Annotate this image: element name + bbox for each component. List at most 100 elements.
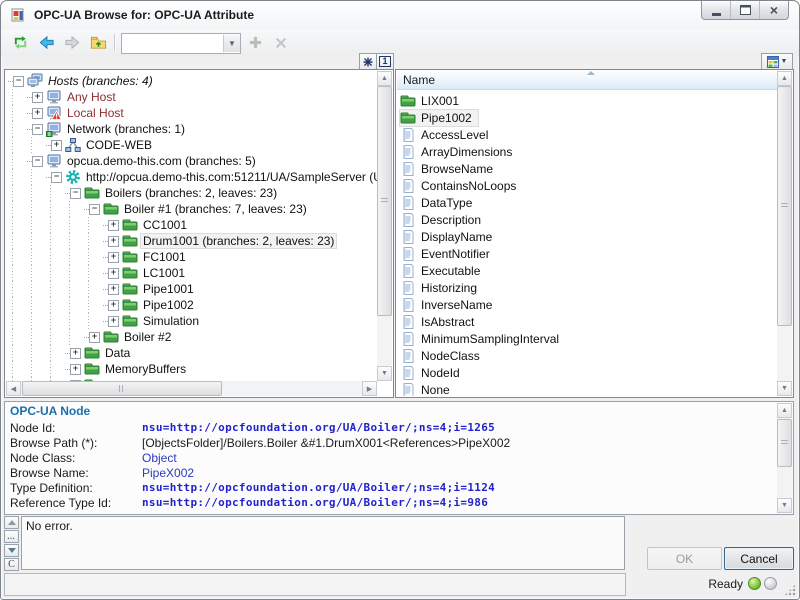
- tree-indent: [6, 313, 103, 329]
- expand-expander-icon[interactable]: +: [32, 92, 43, 103]
- list-item[interactable]: None: [397, 381, 777, 396]
- collapse-expander-icon[interactable]: −: [51, 172, 62, 183]
- opcua-browse-dialog: OPC-UA Browse for: OPC-UA Attribute ×: [0, 0, 800, 600]
- copy-error-icon[interactable]: C: [4, 558, 19, 571]
- cancel-button[interactable]: Cancel: [724, 547, 794, 570]
- expand-expander-icon[interactable]: +: [108, 300, 119, 311]
- collapse-expander-icon[interactable]: −: [32, 124, 43, 135]
- expand-expander-icon[interactable]: +: [51, 140, 62, 151]
- tree-item[interactable]: − opcua.demo-this.com (branches: 5): [6, 153, 377, 169]
- tree-item[interactable]: +CC1001: [6, 217, 377, 233]
- tree-item[interactable]: +Pipe1001: [6, 281, 377, 297]
- tree-item[interactable]: +Drum1001 (branches: 2, leaves: 23): [6, 233, 377, 249]
- tree-item[interactable]: +LC1001: [6, 265, 377, 281]
- expand-expander-icon[interactable]: +: [70, 348, 81, 359]
- list-item-label: AccessLevel: [419, 128, 490, 142]
- tree-item[interactable]: +MemoryBuffers: [6, 361, 377, 377]
- list-item[interactable]: AccessLevel: [397, 126, 777, 143]
- tree-item[interactable]: +Simulation: [6, 313, 377, 329]
- expand-expander-icon[interactable]: +: [108, 284, 119, 295]
- tree-item[interactable]: +Boiler #2: [6, 329, 377, 345]
- list-item[interactable]: ArrayDimensions: [397, 143, 777, 160]
- list-item[interactable]: DataType: [397, 194, 777, 211]
- combobox-dropdown-icon[interactable]: ▼: [223, 35, 240, 52]
- expand-expander-icon[interactable]: +: [108, 268, 119, 279]
- tree-item-label: opcua.demo-this.com (branches: 5): [65, 154, 258, 168]
- tree-item[interactable]: −Network (branches: 1): [6, 121, 377, 137]
- back-icon[interactable]: [35, 31, 58, 54]
- tree-item[interactable]: − http://opcua.demo-this.com:51211/UA/Sam…: [6, 169, 377, 185]
- tree-item[interactable]: +FC1001: [6, 249, 377, 265]
- tree-item[interactable]: +Pipe1002: [6, 297, 377, 313]
- refresh-icon[interactable]: [9, 31, 32, 54]
- view-mode-grid-icon[interactable]: ▼: [761, 53, 793, 70]
- tree-item[interactable]: −Boiler #1 (branches: 7, leaves: 23): [6, 201, 377, 217]
- list-item[interactable]: MinimumSamplingInterval: [397, 330, 777, 347]
- list-item[interactable]: Executable: [397, 262, 777, 279]
- collapse-all-icon[interactable]: [359, 53, 377, 70]
- host-warning-icon: [46, 105, 62, 121]
- list-item[interactable]: IsAbstract: [397, 313, 777, 330]
- list-item[interactable]: NodeId: [397, 364, 777, 381]
- list-vertical-scrollbar[interactable]: ▲ ▼: [777, 71, 792, 396]
- ok-button[interactable]: OK: [647, 547, 722, 570]
- list-item[interactable]: NodeClass: [397, 347, 777, 364]
- minimize-icon[interactable]: [702, 1, 731, 19]
- collapse-expander-icon[interactable]: −: [70, 188, 81, 199]
- collapse-expander-icon[interactable]: −: [89, 204, 100, 215]
- tree-item[interactable]: +Data: [6, 345, 377, 361]
- list-item[interactable]: ContainsNoLoops: [397, 177, 777, 194]
- browse-path-combobox[interactable]: ▼: [121, 33, 241, 54]
- expand-expander-icon[interactable]: +: [32, 108, 43, 119]
- tree-item[interactable]: +Local Host: [6, 105, 377, 121]
- list-item[interactable]: InverseName: [397, 296, 777, 313]
- error-details-icon[interactable]: …: [4, 530, 19, 543]
- list-item[interactable]: BrowseName: [397, 160, 777, 177]
- previous-error-icon[interactable]: [4, 516, 19, 529]
- toolbar: ▼: [1, 29, 799, 56]
- close-icon[interactable]: ×: [760, 1, 788, 19]
- maximize-icon[interactable]: [731, 1, 760, 19]
- tree-item[interactable]: +CODE-WEB: [6, 137, 377, 153]
- expand-expander-icon[interactable]: +: [108, 252, 119, 263]
- list-item[interactable]: Historizing: [397, 279, 777, 296]
- tree-panel: −Hosts (branches: 4)+Any Host+Local Host…: [4, 69, 394, 398]
- list-item-label: NodeClass: [419, 349, 482, 363]
- list-item[interactable]: LIX001: [397, 92, 777, 109]
- list-item[interactable]: Pipe1002: [397, 109, 777, 126]
- tree-item-label: http://opcua.demo-this.com:51211/UA/Samp…: [84, 170, 377, 184]
- expand-expander-icon[interactable]: +: [108, 236, 119, 247]
- list-item[interactable]: DisplayName: [397, 228, 777, 245]
- add-icon[interactable]: [244, 31, 267, 54]
- details-vertical-scrollbar[interactable]: ▲ ▼: [777, 403, 792, 513]
- expand-expander-icon[interactable]: +: [108, 316, 119, 327]
- expand-expander-icon[interactable]: +: [89, 332, 100, 343]
- error-message-box[interactable]: No error.: [21, 516, 625, 570]
- attr-icon: [400, 127, 416, 143]
- list-item[interactable]: Description: [397, 211, 777, 228]
- tree-item[interactable]: −Hosts (branches: 4): [6, 73, 377, 89]
- tree-horizontal-scrollbar[interactable]: ◀ ▶: [6, 381, 377, 396]
- folder-icon: [84, 345, 100, 361]
- tree-vertical-scrollbar[interactable]: ▲ ▼: [377, 71, 392, 381]
- resize-grip-icon[interactable]: [784, 584, 796, 596]
- list-item[interactable]: EventNotifier: [397, 245, 777, 262]
- expand-expander-icon[interactable]: +: [70, 364, 81, 375]
- single-level-icon[interactable]: 1: [376, 53, 394, 70]
- list-item-content: Executable: [400, 263, 486, 279]
- folder-icon: [122, 249, 138, 265]
- details-heading: OPC-UA Node: [10, 404, 90, 418]
- tree-item[interactable]: +Any Host: [6, 89, 377, 105]
- up-folder-icon[interactable]: [87, 31, 110, 54]
- forward-icon[interactable]: [61, 31, 84, 54]
- tree-item[interactable]: −Boilers (branches: 2, leaves: 23): [6, 185, 377, 201]
- list-column-header[interactable]: Name: [397, 71, 777, 90]
- collapse-expander-icon[interactable]: −: [13, 76, 24, 87]
- collapse-expander-icon[interactable]: −: [32, 156, 43, 167]
- expand-expander-icon[interactable]: +: [108, 220, 119, 231]
- delete-icon[interactable]: [269, 31, 292, 54]
- details-value: nsu=http://opcfoundation.org/UA/Boiler/;…: [142, 481, 495, 494]
- window-controls: ×: [701, 1, 789, 20]
- next-error-icon[interactable]: [4, 544, 19, 557]
- title-bar[interactable]: OPC-UA Browse for: OPC-UA Attribute ×: [1, 1, 799, 29]
